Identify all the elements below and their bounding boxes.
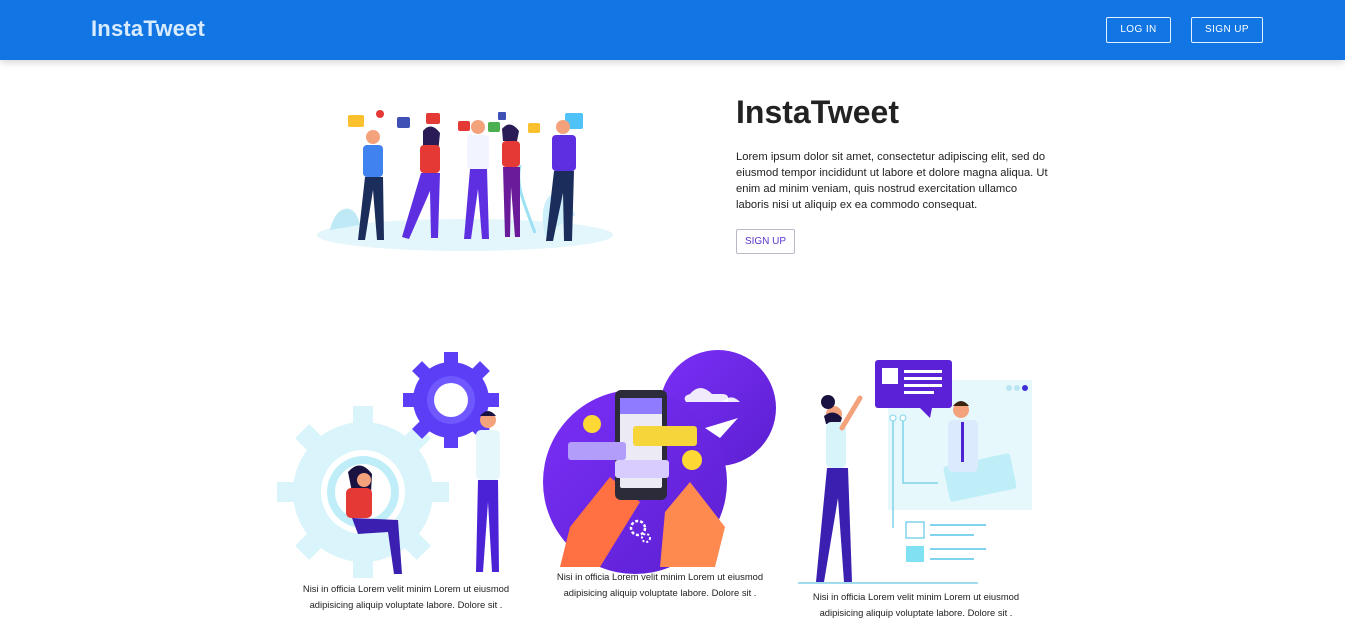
hero-description: Lorem ipsum dolor sit amet, consectetur … bbox=[736, 151, 1048, 211]
chat-phone-illustration bbox=[543, 350, 776, 574]
gears-illustration bbox=[277, 352, 500, 578]
hero-title: InstaTweet bbox=[736, 94, 899, 130]
top-navbar: InstaTweet LOG IN SIGN UP bbox=[0, 0, 1345, 60]
login-button[interactable]: LOG IN bbox=[1106, 17, 1171, 43]
feature-caption-1: Nisi in officia Lorem velit minim Lorem … bbox=[302, 583, 510, 610]
feature-caption-3: Nisi in officia Lorem velit minim Lorem … bbox=[812, 591, 1020, 618]
profile-board-illustration bbox=[798, 360, 1032, 584]
feature-caption-2: Nisi in officia Lorem velit minim Lorem … bbox=[556, 571, 764, 598]
hero-illustration bbox=[317, 110, 613, 251]
brand-logo[interactable]: InstaTweet bbox=[91, 16, 205, 42]
signup-button[interactable]: SIGN UP bbox=[1191, 17, 1263, 43]
hero-signup-button[interactable]: SIGN UP bbox=[736, 229, 795, 254]
